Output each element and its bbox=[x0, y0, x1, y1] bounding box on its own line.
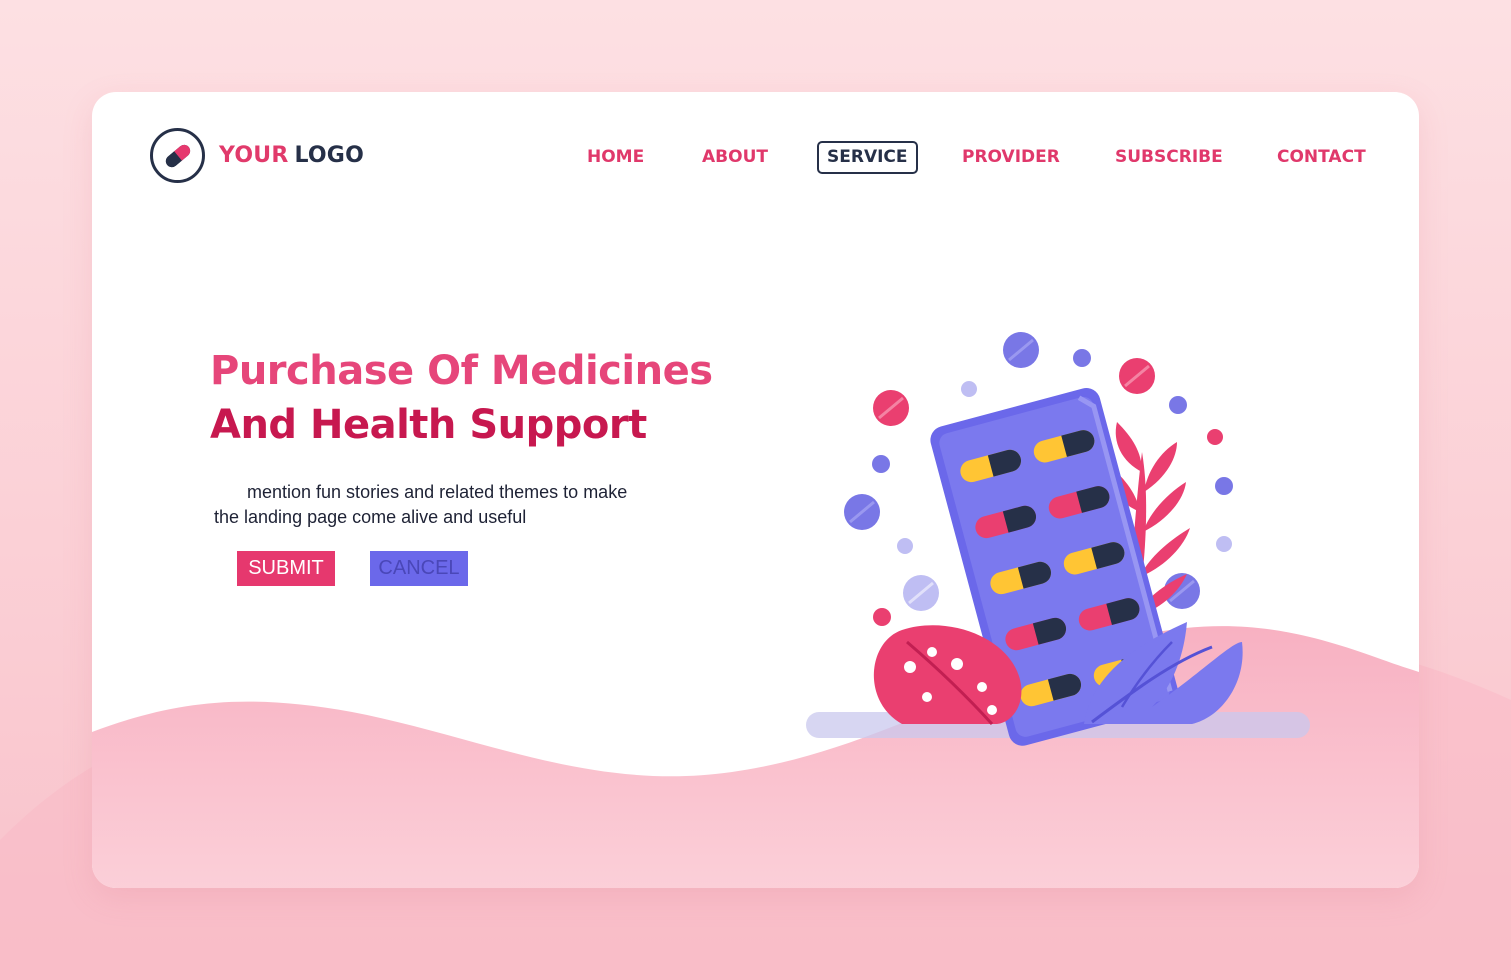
nav-contact[interactable]: CONTACT bbox=[1277, 140, 1366, 174]
hero-description-line2: the landing page come alive and useful bbox=[214, 507, 527, 527]
cancel-button[interactable]: CANCEL bbox=[370, 551, 468, 586]
blister-pack-of-capsules-icon bbox=[806, 332, 1310, 746]
hero-title-line1: Purchase Of Medicines bbox=[210, 348, 713, 394]
hero-description: mention fun stories and related themes t… bbox=[214, 480, 684, 530]
nav-service[interactable]: SERVICE bbox=[817, 141, 918, 174]
submit-button[interactable]: SUBMIT bbox=[237, 551, 335, 586]
hero-title-line2: And Health Support bbox=[210, 402, 647, 448]
nav-about[interactable]: ABOUT bbox=[702, 140, 768, 174]
hero-title: Purchase Of Medicines And Health Support bbox=[210, 344, 713, 452]
landing-card: YOUR LOGO HOME ABOUT SERVICE PROVIDER SUB… bbox=[92, 92, 1419, 888]
main-nav: HOME ABOUT SERVICE PROVIDER SUBSCRIBE CO… bbox=[92, 140, 1419, 174]
nav-subscribe[interactable]: SUBSCRIBE bbox=[1115, 140, 1223, 174]
nav-provider[interactable]: PROVIDER bbox=[962, 140, 1060, 174]
nav-home[interactable]: HOME bbox=[587, 140, 644, 174]
hero-description-line1: mention fun stories and related themes t… bbox=[247, 482, 628, 502]
